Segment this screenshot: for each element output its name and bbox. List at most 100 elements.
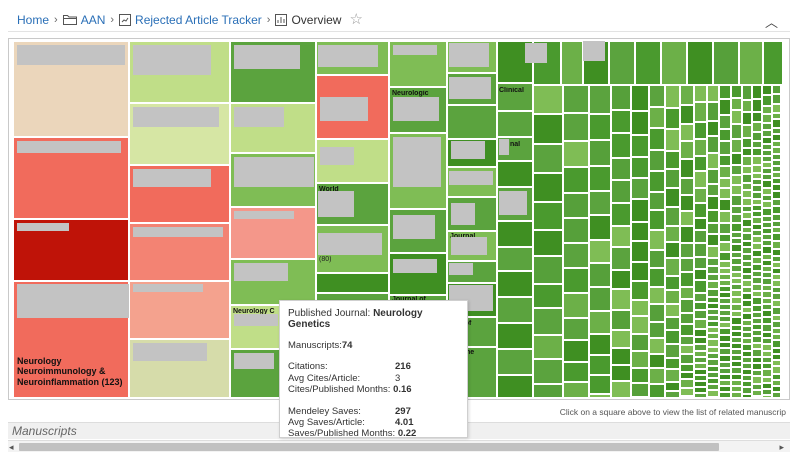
treemap-tile[interactable]	[694, 393, 707, 398]
treemap-tile[interactable]	[631, 397, 649, 398]
treemap-tile[interactable]	[772, 241, 781, 249]
treemap-tile[interactable]	[707, 339, 719, 347]
treemap-tile[interactable]	[742, 112, 752, 125]
treemap-tile[interactable]	[752, 376, 762, 384]
treemap-tile[interactable]	[687, 41, 713, 85]
treemap-tile[interactable]	[707, 223, 719, 234]
treemap-tile[interactable]	[680, 379, 694, 388]
treemap-tile[interactable]	[680, 211, 694, 226]
treemap-tile[interactable]	[316, 273, 389, 293]
treemap-tile[interactable]	[680, 258, 694, 272]
treemap-tile[interactable]	[665, 344, 680, 358]
treemap-tile[interactable]	[533, 85, 563, 114]
treemap-tile[interactable]	[781, 173, 783, 181]
treemap-tile[interactable]	[772, 214, 781, 221]
treemap-tile[interactable]	[731, 244, 742, 252]
treemap-tile[interactable]	[752, 236, 762, 243]
treemap-tile[interactable]	[563, 340, 589, 362]
treemap-tile[interactable]	[631, 222, 649, 241]
treemap-tile[interactable]	[631, 281, 649, 300]
treemap-tile[interactable]	[781, 309, 783, 317]
treemap-tile[interactable]	[752, 165, 762, 173]
treemap-tile[interactable]	[649, 384, 665, 398]
treemap-tile[interactable]	[762, 137, 772, 144]
treemap-tile[interactable]	[533, 384, 563, 398]
treemap-tile[interactable]	[611, 226, 631, 247]
treemap-tile[interactable]	[762, 344, 772, 351]
treemap-tile[interactable]	[762, 106, 772, 114]
treemap-tile[interactable]	[781, 229, 783, 237]
treemap-tile[interactable]	[763, 41, 783, 85]
treemap-tile[interactable]	[631, 383, 649, 397]
treemap-tile[interactable]	[742, 247, 752, 254]
treemap-tile[interactable]	[742, 85, 752, 100]
treemap-tile[interactable]	[563, 318, 589, 340]
treemap-tile[interactable]	[665, 304, 680, 317]
treemap-tile[interactable]	[731, 317, 742, 325]
treemap-tile[interactable]	[680, 372, 694, 379]
treemap-tile[interactable]	[631, 368, 649, 383]
treemap-tile[interactable]	[781, 85, 783, 93]
treemap-tile[interactable]	[707, 169, 719, 184]
treemap-tile[interactable]	[694, 280, 707, 293]
treemap-tile[interactable]	[752, 217, 762, 224]
treemap-tile[interactable]	[752, 250, 762, 257]
treemap-tile[interactable]	[707, 184, 719, 196]
treemap-tile[interactable]	[772, 94, 781, 104]
treemap-tile[interactable]	[781, 389, 783, 397]
treemap-tile[interactable]	[731, 85, 742, 98]
treemap-tile[interactable]	[497, 323, 533, 349]
treemap-tile[interactable]	[752, 122, 762, 132]
treemap-tile[interactable]	[694, 329, 707, 337]
treemap-tile[interactable]	[447, 105, 497, 139]
star-icon[interactable]: ☆	[349, 12, 362, 27]
treemap-tile[interactable]	[707, 390, 719, 397]
treemap-tile[interactable]	[772, 392, 781, 398]
treemap-tile[interactable]	[752, 85, 762, 99]
treemap-tile[interactable]	[719, 199, 731, 211]
treemap-tile[interactable]	[680, 324, 694, 336]
treemap-tile[interactable]	[694, 85, 707, 102]
breadcrumb-home[interactable]: Home	[17, 13, 49, 27]
treemap-tile[interactable]	[631, 135, 649, 157]
treemap-tile[interactable]	[781, 325, 783, 333]
treemap-tile[interactable]	[781, 109, 783, 117]
treemap-tile[interactable]	[589, 191, 611, 215]
treemap-tile[interactable]	[611, 270, 631, 289]
treemap-tile[interactable]	[631, 241, 649, 262]
treemap-tile[interactable]	[533, 202, 563, 230]
treemap-tile[interactable]	[680, 364, 694, 372]
treemap-tile[interactable]	[561, 41, 583, 85]
treemap-tile[interactable]	[665, 226, 680, 242]
treemap-tile[interactable]	[533, 284, 563, 308]
treemap-tile[interactable]	[497, 271, 533, 297]
treemap-tile[interactable]	[680, 141, 694, 159]
treemap-tile[interactable]	[781, 397, 783, 398]
treemap-tile[interactable]	[694, 188, 707, 203]
treemap-tile[interactable]	[563, 382, 589, 398]
treemap-tile[interactable]	[680, 388, 694, 396]
treemap-tile[interactable]	[649, 338, 665, 354]
treemap-tile[interactable]	[631, 300, 649, 316]
treemap-tile[interactable]	[694, 218, 707, 230]
horizontal-scrollbar[interactable]: ◂ ▸	[8, 440, 790, 452]
treemap-tile[interactable]	[772, 206, 781, 214]
treemap-tile[interactable]	[781, 165, 783, 173]
treemap-tile[interactable]	[772, 184, 781, 191]
treemap-tile[interactable]	[649, 322, 665, 338]
treemap-tile[interactable]	[781, 381, 783, 389]
treemap-tile[interactable]	[611, 289, 631, 310]
treemap-tile[interactable]	[719, 141, 731, 155]
treemap-tile[interactable]	[611, 365, 631, 381]
treemap-tile[interactable]	[772, 293, 781, 300]
treemap-tile[interactable]	[772, 104, 781, 113]
treemap-tile[interactable]	[772, 249, 781, 256]
treemap-tile[interactable]	[589, 240, 611, 263]
treemap-tile[interactable]	[742, 344, 752, 351]
treemap-tile[interactable]	[680, 243, 694, 258]
treemap-tile[interactable]	[742, 267, 752, 274]
treemap-tile[interactable]	[762, 130, 772, 137]
treemap-tile[interactable]	[707, 289, 719, 297]
treemap-tile[interactable]	[694, 102, 707, 122]
treemap-tile[interactable]	[762, 310, 772, 317]
